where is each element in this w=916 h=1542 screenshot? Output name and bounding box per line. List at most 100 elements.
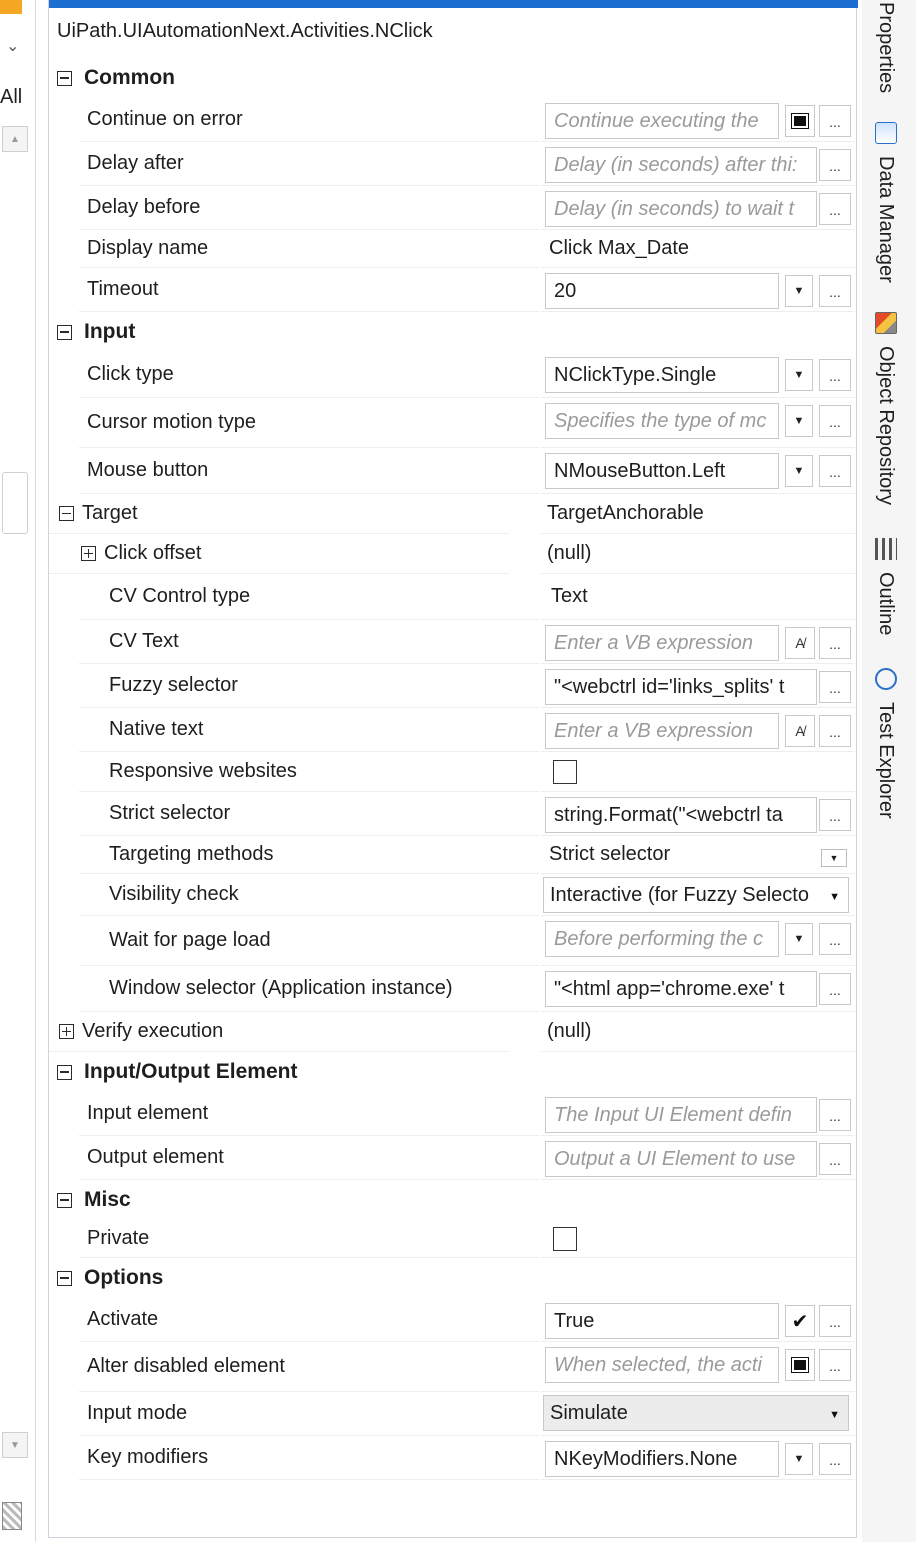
timeout-input[interactable]: 20: [545, 273, 779, 309]
dropdown-button[interactable]: ▼: [785, 275, 813, 307]
collapse-icon[interactable]: [57, 70, 72, 86]
tab-outline[interactable]: Outline: [874, 538, 897, 635]
cursor-motion-type-input[interactable]: Specifies the type of mc: [545, 403, 779, 439]
key-modifiers-input[interactable]: NKeyModifiers.None: [545, 1441, 779, 1477]
indeterminate-checkbox-icon: [791, 1357, 809, 1373]
output-element-input[interactable]: Output a UI Element to use: [545, 1141, 817, 1177]
collapse-icon[interactable]: [57, 324, 72, 340]
responsive-websites-checkbox[interactable]: [553, 760, 577, 784]
scroll-down-button[interactable]: ▼: [2, 1432, 28, 1458]
alter-disabled-element-input[interactable]: When selected, the acti: [545, 1347, 779, 1383]
property-grid: Common Continue on error Continue execut…: [49, 58, 855, 1480]
ellipsis-button[interactable]: ...: [819, 455, 851, 487]
mouse-button-input[interactable]: NMouseButton.Left: [545, 453, 779, 489]
private-checkbox[interactable]: [553, 1227, 577, 1251]
ellipsis-button[interactable]: ...: [819, 275, 851, 307]
ellipsis-button[interactable]: ...: [819, 1349, 851, 1381]
ellipsis-button[interactable]: ...: [819, 1143, 851, 1175]
expand-icon[interactable]: [81, 546, 96, 561]
tab-test-explorer[interactable]: Test Explorer: [874, 668, 897, 819]
fuzzy-selector-input[interactable]: "<webctrl id='links_splits' t: [545, 669, 817, 705]
toggle-button[interactable]: [785, 105, 815, 137]
tab-properties[interactable]: Properties: [874, 2, 897, 93]
dropdown-arrow-icon: ▼: [829, 1409, 840, 1421]
ellipsis-button[interactable]: ...: [819, 627, 851, 659]
toggle-button[interactable]: [785, 1349, 815, 1381]
delay-before-input[interactable]: Delay (in seconds) to wait t: [545, 191, 817, 227]
expand-icon[interactable]: [59, 1024, 74, 1039]
ellipsis-button[interactable]: ...: [819, 1099, 851, 1131]
property-name: Click type: [87, 363, 174, 385]
text-format-icon[interactable]: A̸: [785, 715, 815, 747]
strict-selector-input[interactable]: string.Format("<webctrl ta: [545, 797, 817, 833]
input-element-input[interactable]: The Input UI Element defin: [545, 1097, 817, 1133]
scroll-up-button[interactable]: ▲: [2, 126, 28, 152]
property-name: Verify execution: [82, 1020, 224, 1042]
property-row-display-name: Display name Click Max_Date: [49, 230, 855, 268]
category-label: Options: [84, 1266, 164, 1289]
category-input-output-element[interactable]: Input/Output Element: [49, 1052, 855, 1092]
property-row-cv-control-type: CV Control type Text: [49, 574, 855, 620]
combobox-value: Interactive (for Fuzzy Selecto: [550, 883, 809, 906]
collapse-icon[interactable]: [59, 506, 74, 521]
property-row-wait-for-page-load: Wait for page load Before performing the…: [49, 916, 855, 966]
ellipsis-button[interactable]: ...: [819, 359, 851, 391]
collapse-icon[interactable]: [57, 1270, 72, 1286]
category-input[interactable]: Input: [49, 312, 855, 352]
ellipsis-button[interactable]: ...: [819, 149, 851, 181]
ellipsis-button[interactable]: ...: [819, 105, 851, 137]
click-type-input[interactable]: NClickType.Single: [545, 357, 779, 393]
property-row-click-type: Click type NClickType.Single ▼ ...: [49, 352, 855, 398]
grid-icon[interactable]: [2, 1502, 22, 1530]
targeting-methods-value[interactable]: Strict selector: [549, 843, 670, 866]
property-row-input-element: Input element The Input UI Element defin…: [49, 1092, 855, 1136]
native-text-input[interactable]: Enter a VB expression: [545, 713, 779, 749]
scrollbar-thumb[interactable]: [2, 472, 28, 534]
activate-checkbox[interactable]: ✔: [785, 1305, 815, 1337]
input-mode-combobox[interactable]: Simulate ▼: [543, 1395, 849, 1431]
dropdown-button[interactable]: ▼: [785, 455, 813, 487]
cv-control-type-value[interactable]: Text: [551, 585, 588, 608]
property-row-native-text: Native text Enter a VB expression A̸ ...: [49, 708, 855, 752]
property-name: Cursor motion type: [87, 411, 256, 433]
close-icon[interactable]: [0, 0, 22, 14]
ellipsis-button[interactable]: ...: [819, 405, 851, 437]
display-name-value[interactable]: Click Max_Date: [549, 237, 689, 260]
chevron-down-icon[interactable]: ⌄: [6, 36, 19, 56]
ellipsis-button[interactable]: ...: [819, 1443, 851, 1475]
property-row-continue-on-error: Continue on error Continue executing the…: [49, 98, 855, 142]
ellipsis-button[interactable]: ...: [819, 671, 851, 703]
ellipsis-button[interactable]: ...: [819, 1305, 851, 1337]
activity-type-label: UiPath.UIAutomationNext.Activities.NClic…: [57, 20, 433, 42]
tab-data-manager[interactable]: Data Manager: [874, 122, 897, 283]
category-label: Input/Output Element: [84, 1060, 298, 1083]
property-name: Delay after: [87, 152, 184, 174]
property-row-alter-disabled-element: Alter disabled element When selected, th…: [49, 1342, 855, 1392]
ellipsis-button[interactable]: ...: [819, 923, 851, 955]
collapse-icon[interactable]: [57, 1192, 72, 1208]
window-selector-input[interactable]: "<html app='chrome.exe' t: [545, 971, 817, 1007]
dropdown-button[interactable]: ▼: [785, 405, 813, 437]
collapse-icon[interactable]: [57, 1064, 72, 1080]
ellipsis-button[interactable]: ...: [819, 973, 851, 1005]
ellipsis-button[interactable]: ...: [819, 193, 851, 225]
dropdown-button[interactable]: ▼: [785, 359, 813, 391]
dropdown-button[interactable]: ▼: [821, 849, 847, 867]
continue-on-error-input[interactable]: Continue executing the: [545, 103, 779, 139]
category-options[interactable]: Options: [49, 1258, 855, 1298]
property-name: Native text: [109, 718, 204, 740]
tab-object-repository[interactable]: Object Repository: [874, 312, 897, 505]
delay-after-input[interactable]: Delay (in seconds) after thi:: [545, 147, 817, 183]
cv-text-input[interactable]: Enter a VB expression: [545, 625, 779, 661]
dropdown-button[interactable]: ▼: [785, 923, 813, 955]
category-common[interactable]: Common: [49, 58, 855, 98]
wait-for-page-load-input[interactable]: Before performing the c: [545, 921, 779, 957]
category-misc[interactable]: Misc: [49, 1180, 855, 1220]
visibility-check-combobox[interactable]: Interactive (for Fuzzy Selecto ▼: [543, 877, 849, 913]
activate-input[interactable]: True: [545, 1303, 779, 1339]
dropdown-button[interactable]: ▼: [785, 1443, 813, 1475]
filter-all-label[interactable]: All: [0, 86, 22, 109]
ellipsis-button[interactable]: ...: [819, 715, 851, 747]
ellipsis-button[interactable]: ...: [819, 799, 851, 831]
text-format-icon[interactable]: A̸: [785, 627, 815, 659]
